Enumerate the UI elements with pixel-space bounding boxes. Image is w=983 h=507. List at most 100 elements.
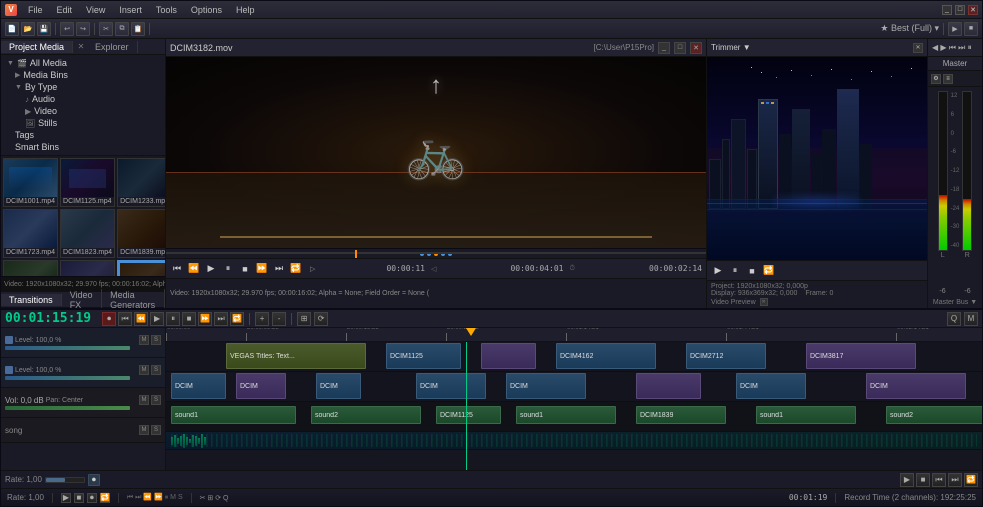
ctrl-fwd-btn[interactable]: ⏩: [255, 262, 269, 276]
track-solo-v2[interactable]: S: [151, 365, 161, 375]
vu-options-btn[interactable]: ≡: [943, 74, 953, 84]
ctrl-loop-btn[interactable]: 🔁: [289, 262, 303, 276]
ctrl-start-btn[interactable]: ⏮: [170, 262, 184, 276]
tab-project-media[interactable]: Project Media: [1, 41, 73, 53]
transport-loop-btn[interactable]: 🔁: [230, 312, 244, 326]
transport-play-btn[interactable]: ▶: [150, 312, 164, 326]
trimmer-close-btn[interactable]: ✕: [913, 43, 923, 53]
tree-tags[interactable]: Tags: [3, 129, 163, 141]
menu-insert[interactable]: Insert: [116, 5, 145, 15]
tab-transitions[interactable]: Transitions: [1, 294, 62, 306]
preview-close-btn[interactable]: ✕: [690, 42, 702, 54]
clip-video-1[interactable]: DCIM1125: [386, 343, 461, 369]
toolbar-paste-btn[interactable]: 📋: [131, 22, 145, 36]
video-preview-close[interactable]: ✕: [760, 298, 768, 306]
transport-stop-btn[interactable]: ■: [182, 312, 196, 326]
tree-by-type[interactable]: ▼ By Type: [3, 81, 163, 93]
track-mute-a1[interactable]: M: [139, 395, 149, 405]
transport-back-btn[interactable]: ⏪: [134, 312, 148, 326]
track-solo-a1[interactable]: S: [151, 395, 161, 405]
ctrl-play-btn[interactable]: ▶: [204, 262, 218, 276]
sec-play-btn[interactable]: ▶: [711, 264, 725, 278]
toolbar-open-btn[interactable]: 📂: [21, 22, 35, 36]
media-thumb-3[interactable]: DCIM1723.mp4: [3, 209, 58, 258]
toolbar-cut-btn[interactable]: ✂: [99, 22, 113, 36]
menu-file[interactable]: File: [25, 5, 46, 15]
clip-audio-5[interactable]: DCIM1839: [636, 406, 726, 424]
window-close-btn[interactable]: ✕: [968, 5, 978, 15]
tl-ripple-btn[interactable]: ⟳: [314, 312, 328, 326]
preview-minimize-btn[interactable]: _: [658, 42, 670, 54]
toolbar-undo-btn[interactable]: ↩: [60, 22, 74, 36]
media-thumb-2[interactable]: DCIM1233.mp4: [117, 158, 165, 207]
menu-options[interactable]: Options: [188, 5, 225, 15]
tree-video[interactable]: ▶ Video: [3, 105, 163, 117]
transport-end-btn[interactable]: ⏭: [214, 312, 228, 326]
clip-title-1[interactable]: VEGAS Titles: Text...: [226, 343, 366, 369]
bottom-fwd-btn[interactable]: ⏭: [948, 473, 962, 487]
toolbar-play-btn[interactable]: ▶: [948, 22, 962, 36]
tree-audio[interactable]: ♪ Audio: [3, 93, 163, 105]
bottom-loop-btn[interactable]: 🔁: [964, 473, 978, 487]
tl-zoom-out-btn[interactable]: -: [272, 312, 286, 326]
bottom-play-btn[interactable]: ▶: [900, 473, 914, 487]
clip-audio-7[interactable]: sound2: [886, 406, 982, 424]
ctrl-end-btn[interactable]: ⏭: [272, 262, 286, 276]
menu-help[interactable]: Help: [233, 5, 258, 15]
timeline-content[interactable]: 00:00:00 20:00:09:23 20:00:19:23 20:00:2…: [166, 328, 982, 470]
window-minimize-btn[interactable]: _: [942, 5, 952, 15]
tree-all-media[interactable]: ▼ 🎬 All Media: [3, 57, 163, 69]
clip-audio-6[interactable]: sound1: [756, 406, 856, 424]
bottom-back-btn[interactable]: ⏮: [932, 473, 946, 487]
media-thumb-8[interactable]: DCIM2134.mov: [117, 260, 165, 276]
media-thumb-7[interactable]: DCIM1953.mp4: [60, 260, 115, 276]
preview-maximize-btn[interactable]: □: [674, 42, 686, 54]
toolbar-new-btn[interactable]: 📄: [5, 22, 19, 36]
clip-audio-3[interactable]: DCIM1125: [436, 406, 501, 424]
track-color-v1[interactable]: [5, 336, 13, 344]
clip-video2-1[interactable]: DCIM: [171, 373, 226, 399]
status-play-btn[interactable]: ▶: [61, 493, 71, 503]
toolbar-stop-btn[interactable]: ■: [964, 22, 978, 36]
clip-video-3[interactable]: DCIM4162: [556, 343, 656, 369]
status-record-btn[interactable]: ⏺: [87, 493, 97, 503]
sec-pause-btn[interactable]: ⏸: [728, 264, 742, 278]
preview-scrubber[interactable]: [166, 248, 706, 258]
clip-audio-2[interactable]: sound2: [311, 406, 421, 424]
track-solo-music[interactable]: S: [151, 425, 161, 435]
tl-quantize-btn[interactable]: Q: [947, 312, 961, 326]
ctrl-stop-btn[interactable]: ■: [238, 262, 252, 276]
track-color-v2[interactable]: [5, 366, 13, 374]
menu-edit[interactable]: Edit: [54, 5, 76, 15]
track-solo-v1[interactable]: S: [151, 335, 161, 345]
track-mute-v2[interactable]: M: [139, 365, 149, 375]
transport-record-btn[interactable]: ⏺: [102, 312, 116, 326]
tl-marker-btn[interactable]: M: [964, 312, 978, 326]
tl-snap-btn[interactable]: ⊞: [297, 312, 311, 326]
clip-video-5[interactable]: DCIM3817: [806, 343, 916, 369]
transport-pause-btn[interactable]: ⏸: [166, 312, 180, 326]
media-thumb-4[interactable]: DCIM1823.mp4: [60, 209, 115, 258]
sec-loop-btn[interactable]: 🔁: [762, 264, 776, 278]
transport-fwd-btn[interactable]: ⏩: [198, 312, 212, 326]
toolbar-copy-btn[interactable]: ⧉: [115, 22, 129, 36]
toolbar-redo-btn[interactable]: ↪: [76, 22, 90, 36]
transport-start-btn[interactable]: ⏮: [118, 312, 132, 326]
status-loop-btn[interactable]: 🔁: [100, 493, 110, 503]
rate-record-btn[interactable]: ⏺: [88, 474, 100, 486]
tab-explorer[interactable]: Explorer: [87, 41, 138, 53]
tab-media-generators[interactable]: Media Generators: [102, 289, 165, 309]
clip-video2-3[interactable]: DCIM: [316, 373, 361, 399]
clip-video2-4[interactable]: DCIM: [416, 373, 486, 399]
clip-video2-8[interactable]: DCIM: [866, 373, 966, 399]
window-maximize-btn[interactable]: □: [955, 5, 965, 15]
tab-video-fx[interactable]: Video FX: [62, 289, 102, 309]
track-mute-v1[interactable]: M: [139, 335, 149, 345]
vu-settings-btn[interactable]: ⚙: [931, 74, 941, 84]
bottom-stop-btn[interactable]: ■: [916, 473, 930, 487]
clip-video2-6[interactable]: [636, 373, 701, 399]
clip-video2-2[interactable]: DCIM: [236, 373, 286, 399]
tree-smart-bins[interactable]: Smart Bins: [3, 141, 163, 153]
rate-slider[interactable]: [45, 477, 85, 483]
clip-video2-5[interactable]: DCIM: [506, 373, 586, 399]
